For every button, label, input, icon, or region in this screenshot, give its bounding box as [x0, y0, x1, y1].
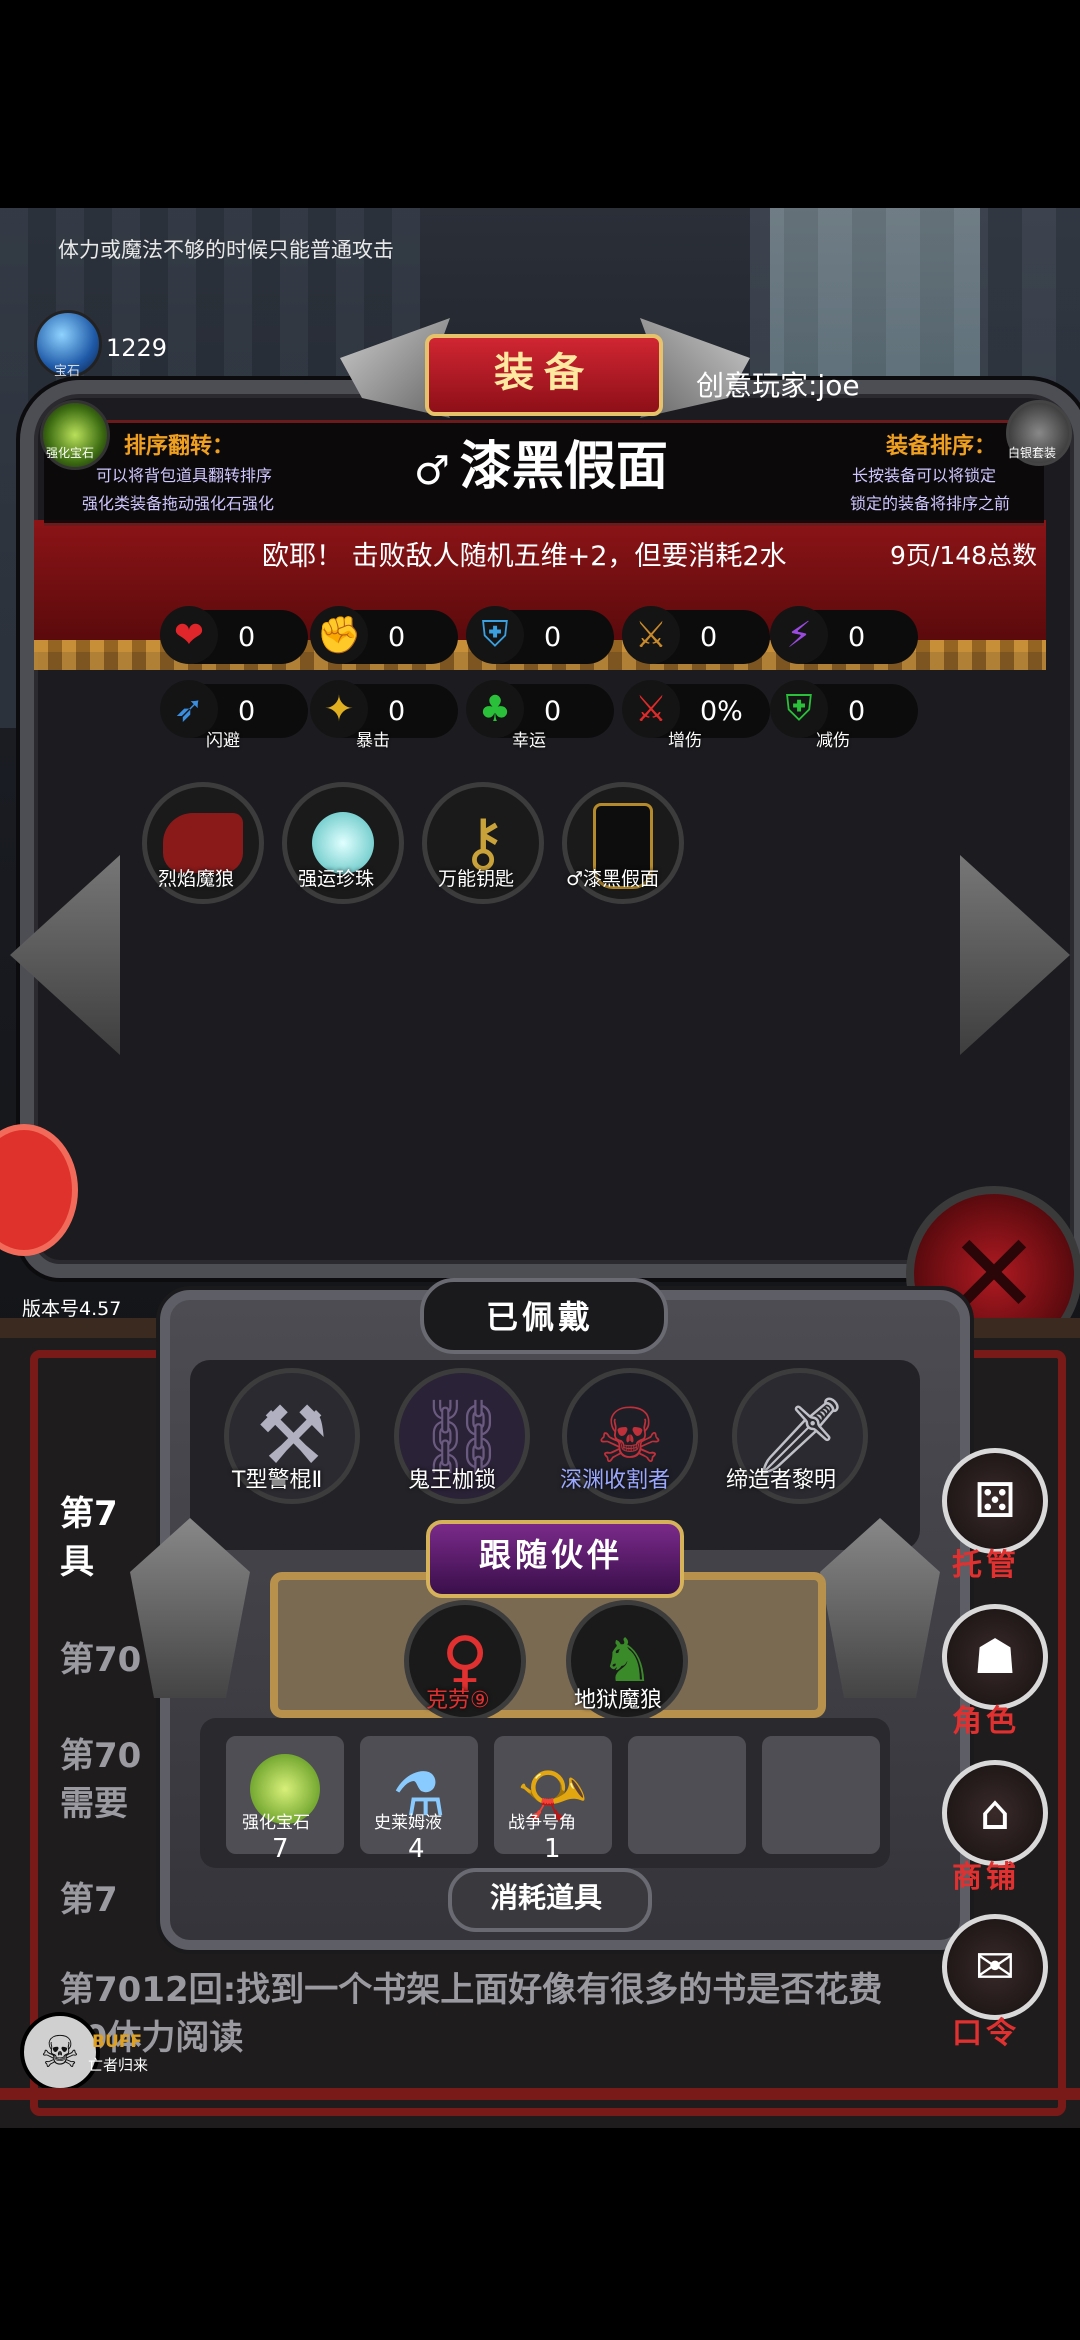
stat-luck: ♣ 0 幸运 [466, 680, 614, 751]
consumable-label: 战争号角 [508, 1813, 576, 1833]
stat-defense: ⛨ 0 [466, 606, 614, 664]
enhance-gem-label: 强化宝石 [46, 446, 95, 460]
item-label: 强运珍珠 [298, 868, 375, 890]
stat-damage-reduce: ⛨ 0 减伤 [770, 680, 918, 751]
consumable-label: 史莱姆液 [374, 1813, 442, 1833]
heart-icon: ❤ [160, 606, 218, 664]
stat-crit: ✦ 0 暴击 [310, 680, 458, 751]
item-label: ♂漆黑假面 [566, 868, 660, 890]
equipment-sort-desc-2: 锁定的装备将排序之前 [850, 494, 1011, 513]
stat-magic: ⚔ 0 [622, 606, 770, 664]
equipment-sort-button[interactable]: 装备排序： [886, 428, 996, 460]
stat-label: 增伤 [668, 731, 702, 751]
consumable-count: 4 [408, 1834, 425, 1864]
stat-value: 0% [700, 696, 743, 727]
equipped-title: 已佩戴 [485, 1298, 594, 1336]
stat-value: 0 [238, 696, 256, 727]
item-name: ♂ 漆黑假面 [414, 424, 668, 499]
equipped-label: 鬼王枷锁 [408, 1468, 497, 1493]
version-label: 版本号4.57 [22, 1298, 122, 1320]
dice-icon: ⚄ [974, 1473, 1016, 1529]
log-line: 第7 [60, 1880, 118, 1920]
stat-value: 0 [388, 696, 406, 727]
strength-icon: ✊ [310, 606, 368, 664]
stat-value: 0 [848, 622, 866, 653]
consumable-label: 强化宝石 [242, 1813, 310, 1833]
shop-icon: ⌂ [979, 1785, 1011, 1841]
gem-label: 宝石 [54, 364, 81, 379]
stat-value: 0 [388, 622, 406, 653]
stat-value: 0 [700, 622, 718, 653]
companion-label: 地狱魔狼 [574, 1688, 663, 1713]
stat-hp: ❤ 0 [160, 606, 308, 664]
sort-flip-desc-1: 可以将背包道具翻转排序 [96, 466, 273, 485]
item-label: 万能钥匙 [438, 868, 515, 890]
stat-energy: ⚡ 0 [770, 606, 918, 664]
stat-damage-boost: ⚔ 0% 增伤 [622, 680, 770, 751]
item-label: 烈焰魔狼 [158, 868, 235, 890]
item-description: 欧耶！ 击败敌人随机五维+2，但要消耗2水 [262, 541, 787, 572]
buff-subtitle: 亡者归来 [88, 2056, 149, 2074]
code-label: 口令 [952, 2016, 1020, 2051]
bottom-border [0, 2088, 1080, 2100]
stat-value: 0 [238, 622, 256, 653]
log-line: 需要 [60, 1784, 128, 1824]
auto-label: 托管 [952, 1548, 1020, 1583]
page-counter: 9页/148总数 [890, 541, 1038, 570]
hint-text: 体力或魔法不够的时候只能普通攻击 [58, 238, 394, 262]
male-gender-icon: ♂ [414, 448, 450, 494]
defense-icon: ⛨ [466, 606, 524, 664]
equipped-label: 缔造者黎明 [726, 1468, 837, 1493]
log-latest-entry: 第7012回:找到一个书架上面好像有很多的书是否花费10体力阅读 [60, 1970, 883, 2058]
stat-dodge: ➶ 0 闪避 [160, 680, 308, 751]
stat-value: 0 [544, 622, 562, 653]
creator-credit: 创意玩家:joe [696, 369, 860, 402]
equipped-label: T型警棍Ⅱ [232, 1468, 323, 1493]
buff-skull-icon[interactable]: ☠ [20, 2012, 100, 2092]
character-button[interactable]: ☗ [942, 1604, 1048, 1710]
hood-icon: ☗ [973, 1629, 1017, 1685]
stat-label: 暴击 [356, 731, 390, 751]
equipment-sort-desc-1: 长按装备可以将锁定 [852, 466, 997, 485]
log-line: 具 [60, 1542, 94, 1582]
stat-label: 减伤 [816, 731, 850, 751]
equipped-label: 深渊收割者 [560, 1468, 671, 1493]
auto-button[interactable]: ⚄ [942, 1448, 1048, 1554]
item-name-text: 漆黑假面 [459, 437, 668, 497]
sort-flip-button[interactable]: 排序翻转： [124, 428, 234, 460]
consumables-title: 消耗道具 [489, 1881, 602, 1914]
companion-title: 跟随伙伴 [478, 1536, 623, 1574]
log-line: 第70 [60, 1640, 142, 1680]
stat-label: 闪避 [206, 731, 240, 751]
book-icon: ✉ [974, 1939, 1016, 1995]
log-line: 第70 [60, 1736, 142, 1776]
companion-label: 克劳⑨ [426, 1688, 490, 1713]
shop-label: 商铺 [952, 1860, 1020, 1895]
stat-label: 幸运 [512, 731, 546, 751]
shop-button[interactable]: ⌂ [942, 1760, 1048, 1866]
stat-attack: ✊ 0 [310, 606, 458, 664]
silver-suit-label: 白银套装 [1008, 446, 1057, 460]
stat-value: 0 [848, 696, 866, 727]
consumable-count: 7 [272, 1834, 289, 1864]
lightning-icon: ⚡ [770, 606, 828, 664]
consumable-slot-empty[interactable] [758, 1732, 884, 1858]
gem-count: 1229 [106, 334, 168, 362]
character-label: 角色 [952, 1704, 1020, 1739]
buff-title: BUFF [92, 2032, 142, 2052]
magic-attack-icon: ⚔ [622, 606, 680, 664]
sort-flip-desc-2: 强化类装备拖动强化石强化 [82, 494, 275, 513]
log-line: 第7 [60, 1494, 118, 1534]
consumable-slot-empty[interactable] [624, 1732, 750, 1858]
stat-value: 0 [544, 696, 562, 727]
consumable-count: 1 [544, 1834, 561, 1864]
code-button[interactable]: ✉ [942, 1914, 1048, 2020]
page-title: 装备 [425, 334, 663, 416]
